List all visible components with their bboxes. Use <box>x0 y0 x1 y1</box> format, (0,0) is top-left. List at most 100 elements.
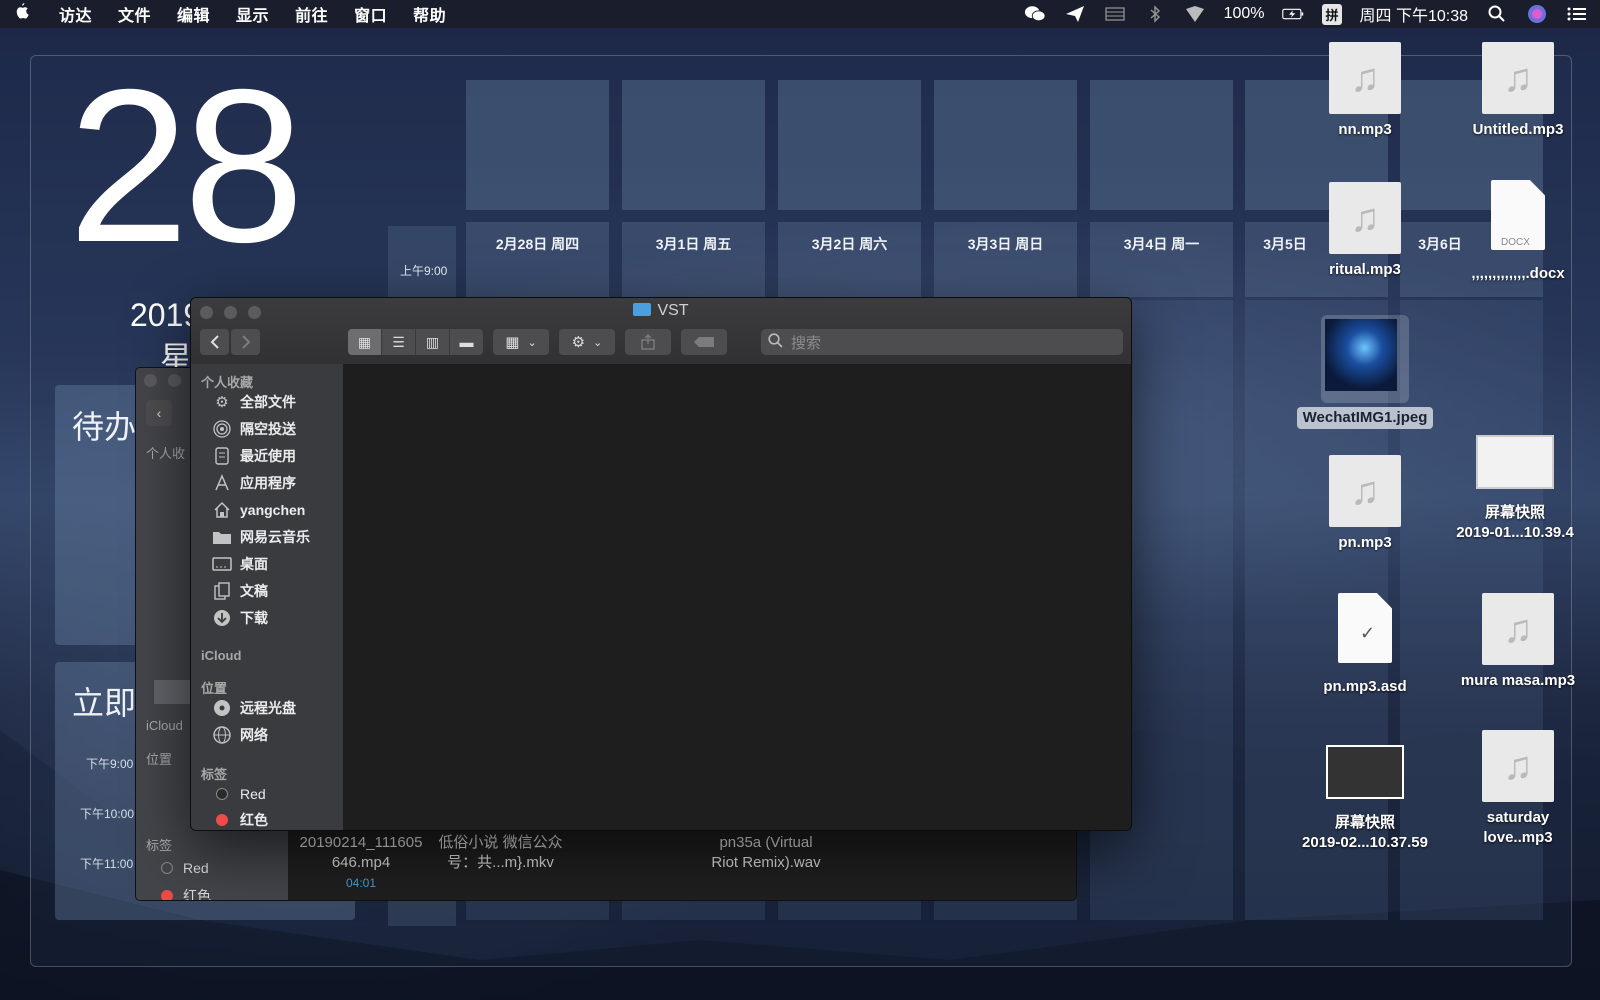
screenshot-thumbnail <box>1326 745 1404 799</box>
desktop-file-docx[interactable]: DOCX ,,,,,,,,,,,,,.docx <box>1443 180 1593 284</box>
back-tag-red-cn[interactable]: 红色 <box>161 886 211 900</box>
menu-edit[interactable]: 编辑 <box>164 2 223 26</box>
calendar-day-label: 3月3日 周日 <box>967 236 1044 252</box>
siri-icon[interactable] <box>1526 5 1548 23</box>
share-icon <box>641 334 655 350</box>
tags-button[interactable] <box>681 329 727 355</box>
view-mode-segmented[interactable]: ▦ ☰ ▥ ▬ <box>348 329 483 355</box>
spotlight-search-icon[interactable] <box>1486 5 1508 23</box>
back-section-favorites: 个人收 <box>146 446 186 461</box>
calendar-day-cell[interactable] <box>1090 80 1233 210</box>
sidebar-item-network[interactable]: 网络 <box>211 724 268 746</box>
menu-file[interactable]: 文件 <box>105 2 164 26</box>
back-close-button[interactable] <box>144 374 157 387</box>
bluetooth-icon[interactable] <box>1144 5 1166 23</box>
calendar-day-label: 3月1日 周五 <box>655 236 732 252</box>
back-file-duration: 04:01 <box>345 876 377 890</box>
applications-icon <box>211 474 233 492</box>
calendar-day-cell[interactable] <box>622 80 765 210</box>
image-thumbnail <box>1321 315 1409 403</box>
search-input[interactable] <box>789 329 1113 357</box>
desktop-file-wechatimg1[interactable]: WechatIMG1.jpeg <box>1290 315 1440 429</box>
nav-back-button[interactable] <box>200 329 229 355</box>
sidebar-item-label: 远程光盘 <box>240 700 296 716</box>
menu-window[interactable]: 窗口 <box>341 2 400 26</box>
search-field[interactable] <box>761 329 1123 357</box>
sidebar-item-applications[interactable]: 应用程序 <box>211 472 296 494</box>
sidebar-item-downloads[interactable]: 下载 <box>211 607 268 629</box>
sidebar-item-netease-music[interactable]: 网易云音乐 <box>211 526 310 548</box>
music-file-icon: ♫ <box>1329 455 1401 527</box>
chevron-down-icon: ⌄ <box>593 336 603 349</box>
sidebar-item-label: 隔空投送 <box>240 421 296 437</box>
desktop-file-screenshot-2019-01[interactable]: 屏幕快照 2019-01...10.39.4 <box>1440 435 1590 543</box>
column-view-icon[interactable]: ▥ <box>416 329 450 355</box>
apple-menu-icon[interactable] <box>0 2 46 26</box>
home-icon <box>211 501 233 519</box>
paper-plane-icon[interactable] <box>1064 5 1086 23</box>
desktop-file-pn-mp3-asd[interactable]: ✓ pn.mp3.asd <box>1290 593 1440 697</box>
folder-icon <box>211 528 233 546</box>
sidebar-item-desktop[interactable]: 桌面 <box>211 553 268 575</box>
input-method-indicator[interactable]: 拼 <box>1322 3 1342 25</box>
calendar-am-label: 上午9:00 <box>400 264 448 278</box>
vpn-shield-icon[interactable] <box>1184 5 1206 23</box>
sidebar-tag-red[interactable]: Red <box>211 783 266 805</box>
back-file-item[interactable]: pn35a (Virtual Riot Remix).wav <box>691 833 841 873</box>
desktop-file-pn-mp3[interactable]: ♫ pn.mp3 <box>1290 455 1440 553</box>
music-file-icon: ♫ <box>1329 182 1401 254</box>
action-menu-button[interactable]: ⚙ ⌄ <box>559 329 615 355</box>
back-tag-red[interactable]: Red <box>161 860 209 876</box>
sidebar-item-documents[interactable]: 文稿 <box>211 580 268 602</box>
gallery-view-icon[interactable]: ▬ <box>450 329 483 355</box>
back-nav-back-icon[interactable]: ‹ <box>146 400 172 426</box>
gear-icon: ⚙ <box>215 394 229 411</box>
icon-view-icon[interactable]: ▦ <box>348 329 382 355</box>
desktop-file-untitled-mp3[interactable]: ♫ Untitled.mp3 <box>1443 42 1593 140</box>
desktop-file-label: 屏幕快照 2019-02...10.37.59 <box>1302 814 1428 851</box>
desktop-file-ritual-mp3[interactable]: ♫ ritual.mp3 <box>1290 182 1440 280</box>
desktop-file-label: pn.mp3.asd <box>1323 678 1407 695</box>
sidebar-section-locations: 位置 <box>201 681 228 696</box>
menu-clock[interactable]: 周四 下午10:38 <box>1360 2 1469 26</box>
menu-help[interactable]: 帮助 <box>400 2 459 26</box>
finder-content-area[interactable] <box>343 364 1131 830</box>
sidebar-item-all-files[interactable]: ⚙ 全部文件 <box>211 391 296 413</box>
sidebar-item-label: 网络 <box>240 727 268 743</box>
group-by-button[interactable]: ▦ ⌄ <box>493 329 549 355</box>
calendar-day-cell[interactable] <box>466 80 609 210</box>
search-icon <box>768 333 783 351</box>
desktop-file-screenshot-2019-02[interactable]: 屏幕快照 2019-02...10.37.59 <box>1290 745 1440 853</box>
menu-go[interactable]: 前往 <box>282 2 341 26</box>
menu-bar: 访达 文件 编辑 显示 前往 窗口 帮助 100% 拼 周四 下午10:38 <box>0 0 1600 28</box>
desktop-file-mura-masa-mp3[interactable]: ♫ mura masa.mp3 <box>1443 593 1593 691</box>
wechat-icon[interactable] <box>1024 5 1046 23</box>
share-button[interactable] <box>625 329 671 355</box>
list-view-icon[interactable]: ☰ <box>382 329 416 355</box>
keyboard-grid-icon[interactable] <box>1104 5 1126 23</box>
desktop-file-nn-mp3[interactable]: ♫ nn.mp3 <box>1290 42 1440 140</box>
calendar-day-cell[interactable] <box>778 80 921 210</box>
calendar-day-cell[interactable] <box>934 80 1077 210</box>
desktop-file-saturday-love-mp3[interactable]: ♫ saturday love..mp3 <box>1443 730 1593 848</box>
back-file-item[interactable]: 20190214_111605 646.mp4 <box>291 833 431 873</box>
nav-forward-button[interactable] <box>231 329 260 355</box>
sidebar-item-label: 红色 <box>240 812 268 828</box>
desktop-file-label: 屏幕快照 2019-01...10.39.4 <box>1456 504 1574 541</box>
notification-center-icon[interactable] <box>1566 5 1588 23</box>
tag-dot-icon <box>161 862 173 874</box>
sidebar-item-remote-disc[interactable]: 远程光盘 <box>211 697 296 719</box>
back-file-item[interactable]: 低俗小说 微信公众 号：共...m}.mkv <box>428 833 573 873</box>
finder-window[interactable]: VST ▦ ☰ ▥ ▬ ▦ ⌄ ⚙ ⌄ 搜索 个人收藏 ⚙ 全部文件 隔空投送 … <box>190 297 1132 831</box>
checkmark-icon: ✓ <box>1360 623 1376 643</box>
sidebar-item-recents[interactable]: 最近使用 <box>211 445 296 467</box>
sidebar-tag-red-cn[interactable]: 红色 <box>211 809 268 830</box>
document-file-icon: DOCX <box>1491 180 1545 250</box>
sidebar-item-airdrop[interactable]: 隔空投送 <box>211 418 296 440</box>
disc-icon <box>211 699 233 717</box>
back-minimize-button[interactable] <box>168 374 181 387</box>
battery-charging-icon[interactable] <box>1282 5 1304 23</box>
menu-view[interactable]: 显示 <box>223 2 282 26</box>
sidebar-item-home[interactable]: yangchen <box>211 499 305 521</box>
menu-finder[interactable]: 访达 <box>46 2 105 26</box>
